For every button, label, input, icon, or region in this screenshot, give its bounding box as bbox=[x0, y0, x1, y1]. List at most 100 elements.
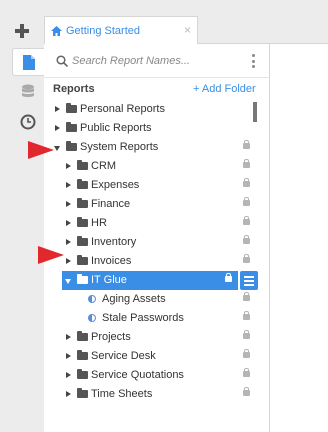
lock-icon bbox=[243, 330, 250, 339]
data-sources-nav-button[interactable] bbox=[12, 80, 44, 104]
report-icon bbox=[88, 295, 96, 303]
caret-right-icon[interactable] bbox=[66, 353, 71, 359]
left-rail bbox=[0, 0, 44, 432]
caret-right-icon[interactable] bbox=[66, 391, 71, 397]
folder-item[interactable]: Time Sheets bbox=[44, 385, 270, 404]
tree-item-label: Expenses bbox=[91, 179, 140, 191]
reports-title: Reports bbox=[53, 83, 95, 95]
search-icon bbox=[56, 55, 68, 67]
document-icon bbox=[22, 54, 35, 70]
more-options-icon[interactable] bbox=[251, 54, 255, 68]
folder-item[interactable]: Service Quotations bbox=[44, 366, 270, 385]
search-bar bbox=[44, 44, 270, 78]
caret-right-icon[interactable] bbox=[66, 372, 71, 378]
annotation-arrow bbox=[38, 246, 64, 264]
folder-item[interactable]: Expenses bbox=[44, 176, 270, 195]
new-report-button[interactable] bbox=[0, 16, 44, 46]
lock-icon bbox=[243, 311, 250, 320]
caret-right-icon[interactable] bbox=[66, 258, 71, 264]
caret-right-icon[interactable] bbox=[55, 125, 60, 131]
folder-item[interactable]: Inventory bbox=[44, 233, 270, 252]
folder-item[interactable]: Public Reports bbox=[44, 119, 270, 138]
tree-item-label: CRM bbox=[91, 160, 117, 172]
tree-item-label: HR bbox=[91, 217, 107, 229]
folder-item[interactable]: HR bbox=[44, 214, 270, 233]
tree-item-label: Inventory bbox=[91, 236, 137, 248]
schedules-nav-button[interactable] bbox=[12, 110, 44, 134]
folder-icon bbox=[66, 122, 77, 132]
tree-item-label: Invoices bbox=[91, 255, 132, 267]
report-browser-panel: Reports + Add Folder Personal Reports Pub… bbox=[44, 44, 270, 432]
report-item[interactable]: Stale Passwords bbox=[44, 309, 270, 328]
folder-icon bbox=[77, 350, 88, 360]
folder-icon bbox=[77, 274, 88, 284]
lock-icon bbox=[243, 387, 250, 396]
folder-item[interactable]: CRM bbox=[44, 157, 270, 176]
folder-icon bbox=[77, 179, 88, 189]
caret-down-icon[interactable] bbox=[65, 279, 71, 284]
tree-item-label: Personal Reports bbox=[80, 103, 165, 115]
caret-right-icon[interactable] bbox=[66, 239, 71, 245]
folder-item[interactable]: Invoices bbox=[44, 252, 270, 271]
app-root: Getting Started × Reports + Add Folder P… bbox=[0, 0, 328, 432]
clock-icon bbox=[20, 114, 36, 130]
tree-item-label: System Reports bbox=[80, 141, 159, 153]
lock-icon bbox=[243, 140, 250, 149]
folder-item[interactable]: Projects bbox=[44, 328, 270, 347]
lock-icon bbox=[243, 235, 250, 244]
tree-item-label: Time Sheets bbox=[91, 388, 153, 400]
tab-label: Getting Started bbox=[66, 24, 140, 37]
caret-right-icon[interactable] bbox=[66, 334, 71, 340]
annotation-arrow bbox=[28, 141, 54, 159]
lock-icon bbox=[243, 159, 250, 168]
folder-icon bbox=[77, 198, 88, 208]
lock-icon bbox=[243, 368, 250, 377]
report-item[interactable]: Aging Assets bbox=[44, 290, 270, 309]
caret-down-icon[interactable] bbox=[54, 146, 60, 151]
folder-item[interactable]: System Reports bbox=[44, 138, 270, 157]
tree-item-label: IT Glue bbox=[91, 274, 127, 286]
caret-right-icon[interactable] bbox=[66, 220, 71, 226]
tree-item-label: Service Quotations bbox=[91, 369, 184, 381]
tree-item-label: Public Reports bbox=[80, 122, 152, 134]
caret-right-icon[interactable] bbox=[66, 201, 71, 207]
folder-icon bbox=[77, 217, 88, 227]
folder-icon bbox=[77, 160, 88, 170]
tree-item-label: Stale Passwords bbox=[102, 312, 184, 324]
reports-header: Reports + Add Folder bbox=[44, 80, 270, 98]
folder-icon bbox=[77, 369, 88, 379]
tab-bar: Getting Started × bbox=[44, 0, 328, 44]
database-icon bbox=[22, 84, 34, 97]
lock-icon bbox=[243, 292, 250, 301]
folder-icon bbox=[66, 141, 77, 151]
tab-getting-started[interactable]: Getting Started × bbox=[44, 16, 198, 44]
lock-icon bbox=[243, 216, 250, 225]
tree-item-label: Service Desk bbox=[91, 350, 156, 362]
selection-highlight bbox=[62, 271, 238, 290]
reports-nav-button[interactable] bbox=[12, 48, 44, 76]
folder-icon bbox=[77, 331, 88, 341]
caret-right-icon[interactable] bbox=[66, 182, 71, 188]
add-folder-button[interactable]: + Add Folder bbox=[193, 83, 256, 95]
folder-item[interactable]: Finance bbox=[44, 195, 270, 214]
search-input[interactable] bbox=[72, 52, 242, 70]
folder-icon bbox=[66, 103, 77, 113]
lock-icon bbox=[225, 273, 232, 282]
folder-item[interactable]: Service Desk bbox=[44, 347, 270, 366]
caret-right-icon[interactable] bbox=[66, 163, 71, 169]
folder-icon bbox=[77, 255, 88, 265]
lock-icon bbox=[243, 254, 250, 263]
close-icon[interactable]: × bbox=[184, 24, 191, 36]
folder-item[interactable]: IT Glue bbox=[44, 271, 270, 290]
item-menu-button[interactable] bbox=[240, 271, 258, 290]
lock-icon bbox=[243, 197, 250, 206]
caret-right-icon[interactable] bbox=[55, 106, 60, 112]
folder-icon bbox=[77, 388, 88, 398]
folder-item[interactable]: Personal Reports bbox=[44, 100, 270, 119]
lock-icon bbox=[243, 178, 250, 187]
tree-item-label: Aging Assets bbox=[102, 293, 166, 305]
lock-icon bbox=[243, 349, 250, 358]
tree-item-label: Projects bbox=[91, 331, 131, 343]
report-icon bbox=[88, 314, 96, 322]
tree-item-label: Finance bbox=[91, 198, 131, 210]
